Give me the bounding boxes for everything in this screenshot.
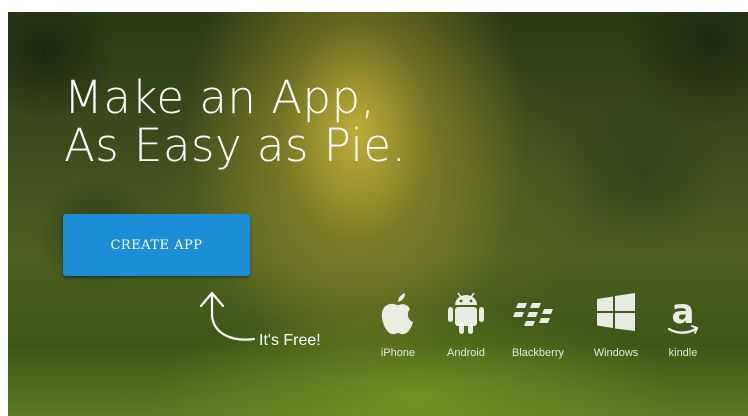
platform-label-android: Android	[447, 347, 485, 359]
platform-kindle[interactable]: a kindle	[648, 287, 718, 359]
hero-banner: Make an App, As Easy as Pie. CREATE APP …	[8, 12, 748, 416]
its-free-label: It's Free!	[259, 332, 321, 349]
platform-label-kindle: kindle	[668, 347, 698, 359]
headline-line-2: As Easy as Pie.	[64, 119, 407, 172]
android-icon	[448, 292, 484, 334]
platform-blackberry[interactable]: Blackberry	[503, 287, 573, 359]
platform-android[interactable]: Android	[431, 287, 501, 359]
platform-label-blackberry: Blackberry	[512, 347, 564, 359]
platform-label-windows: Windows	[593, 347, 639, 359]
apple-icon	[381, 293, 413, 335]
platform-list: iPhone Android Blackberry Windows a kind…	[363, 287, 723, 377]
headline: Make an App, As Easy as Pie.	[64, 74, 406, 170]
headline-line-1: Make an App,	[64, 71, 376, 124]
create-app-button[interactable]: CREATE APP	[63, 214, 250, 276]
platform-iphone[interactable]: iPhone	[363, 287, 433, 359]
amazon-icon: a	[667, 292, 699, 334]
curved-arrow-icon	[199, 291, 256, 341]
windows-icon	[597, 293, 635, 331]
platform-label-iphone: iPhone	[380, 347, 416, 359]
its-free-callout: It's Free!	[188, 282, 358, 349]
platform-windows[interactable]: Windows	[581, 287, 651, 359]
blackberry-icon	[513, 303, 553, 326]
